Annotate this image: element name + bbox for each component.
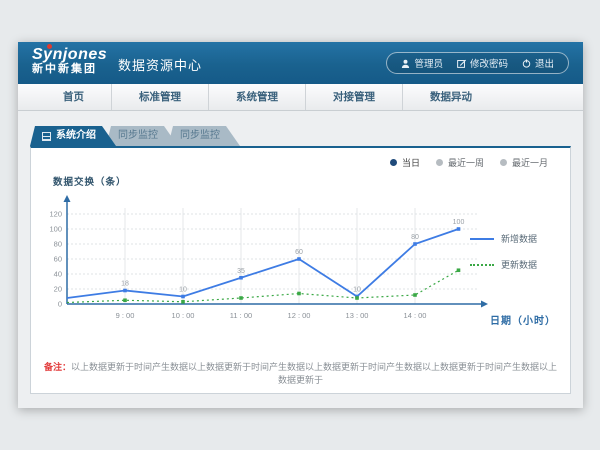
legend-update-data-label: 更新数据 [501,258,537,271]
x-tick-label: 9 : 00 [116,311,135,320]
logo-red-dot-icon [47,44,52,49]
y-tick-label: 0 [58,300,62,309]
data-point-label: 10 [179,287,187,294]
data-point-label: 60 [295,249,303,256]
tab-sync-monitor-2[interactable]: 同步监控 [168,126,240,146]
y-tick-label: 100 [49,225,62,234]
radio-last-month[interactable]: 最近一月 [500,156,548,169]
document-icon [42,132,51,141]
x-tick-label: 12 : 00 [288,311,311,320]
company-logo: Synjones 新中新集团 [32,47,107,75]
data-point-marker [297,257,301,261]
radio-unselected-icon [500,159,507,166]
page-title: 数据资源中心 [118,55,202,74]
y-tick-label: 20 [54,285,62,294]
user-icon [401,59,410,68]
radio-today-label: 当日 [402,156,420,169]
tab-sync-monitor-2-label: 同步监控 [180,126,220,146]
solid-line-swatch-icon [470,238,494,240]
y-axis-arrow-icon [64,195,71,202]
x-tick-label: 14 : 00 [404,311,427,320]
logout-label: 退出 [535,56,554,70]
edit-icon [457,59,466,68]
logout-button[interactable]: 退出 [522,56,554,70]
y-tick-label: 80 [54,240,62,249]
data-point-marker [181,300,185,304]
app-window: Synjones 新中新集团 数据资源中心 管理员 修改密码 退出 [18,42,583,408]
x-tick-label: 10 : 00 [172,311,195,320]
change-password-button[interactable]: 修改密码 [457,56,508,70]
data-point-marker [181,295,185,299]
chart-panel: 当日 最近一周 最近一月 数据交换（条） 9 : 00 10 : 00 11 : 0… [30,146,571,394]
radio-last-week[interactable]: 最近一周 [436,156,484,169]
tab-system-intro[interactable]: 系统介绍 [30,126,116,146]
data-point-label: 10 [353,287,361,294]
footnote-prefix: 备注： [44,362,71,372]
desktop-background: Synjones 新中新集团 数据资源中心 管理员 修改密码 退出 [0,0,600,450]
user-toolbar: 管理员 修改密码 退出 [386,52,569,74]
data-point-marker [123,289,127,293]
data-point-marker [297,292,301,296]
data-point-marker [355,296,359,300]
content-area: 系统介绍 同步监控 同步监控 当日 最近一周 [18,112,583,408]
current-user-button[interactable]: 管理员 [401,56,443,70]
data-point-marker [239,276,243,280]
data-point-label: 80 [411,234,419,241]
y-tick-label: 60 [54,255,62,264]
y-tick-label: 40 [54,270,62,279]
x-axis-arrow-icon [481,301,488,308]
data-point-label: 100 [453,219,465,226]
data-point-marker [239,296,243,300]
tab-sync-monitor-1[interactable]: 同步监控 [106,126,178,146]
nav-item-home[interactable]: 首页 [36,84,111,110]
nav-item-system-management[interactable]: 系统管理 [208,84,305,110]
data-point-marker [457,268,461,272]
radio-today[interactable]: 当日 [390,156,420,169]
radio-selected-icon [390,159,397,166]
data-point-marker [413,242,417,246]
range-filter-group: 当日 最近一周 最近一月 [390,156,548,169]
x-axis-title: 日期（小时） [490,312,556,327]
data-point-marker [123,298,127,302]
dotted-line-swatch-icon [470,264,494,266]
change-password-label: 修改密码 [470,56,508,70]
current-user-label: 管理员 [414,56,443,70]
line-chart: 9 : 00 10 : 00 11 : 00 12 : 00 13 : 00 14 : 0… [37,192,507,332]
tab-bar: 系统介绍 同步监控 同步监控 [30,126,230,146]
nav-item-data-change[interactable]: 数据异动 [402,84,499,110]
x-tick-label: 11 : 00 [230,311,252,320]
top-header-bar: Synjones 新中新集团 数据资源中心 管理员 修改密码 退出 [18,42,583,84]
data-point-label: 18 [121,281,129,288]
footnote: 备注：以上数据更新于时间产生数据以上数据更新于时间产生数据以上数据更新于时间产生… [43,360,558,386]
radio-unselected-icon [436,159,443,166]
power-icon [522,59,531,68]
x-tick-label: 13 : 00 [346,311,369,320]
main-navigation: 首页 标准管理 系统管理 对接管理 数据异动 [18,84,583,111]
nav-item-standard-management[interactable]: 标准管理 [111,84,208,110]
logo-text-en: Synjones [32,47,107,64]
nav-item-interface-management[interactable]: 对接管理 [305,84,402,110]
footnote-text: 以上数据更新于时间产生数据以上数据更新于时间产生数据以上数据更新于时间产生数据以… [71,362,557,385]
radio-last-week-label: 最近一周 [448,156,484,169]
legend-item-update-data: 更新数据 [470,258,558,271]
data-point-label: 35 [237,268,245,275]
data-point-marker [457,227,461,231]
tab-system-intro-label: 系统介绍 [56,126,96,146]
radio-last-month-label: 最近一月 [512,156,548,169]
chart-legend: 新增数据 更新数据 [470,232,558,284]
legend-new-data-label: 新增数据 [501,232,537,245]
tab-sync-monitor-1-label: 同步监控 [118,126,158,146]
legend-item-new-data: 新增数据 [470,232,558,245]
data-point-marker [413,293,417,297]
y-tick-label: 120 [49,210,62,219]
series-line-0 [67,229,459,298]
y-axis-title: 数据交换（条） [53,174,127,188]
logo-text-cn: 新中新集团 [32,64,107,76]
